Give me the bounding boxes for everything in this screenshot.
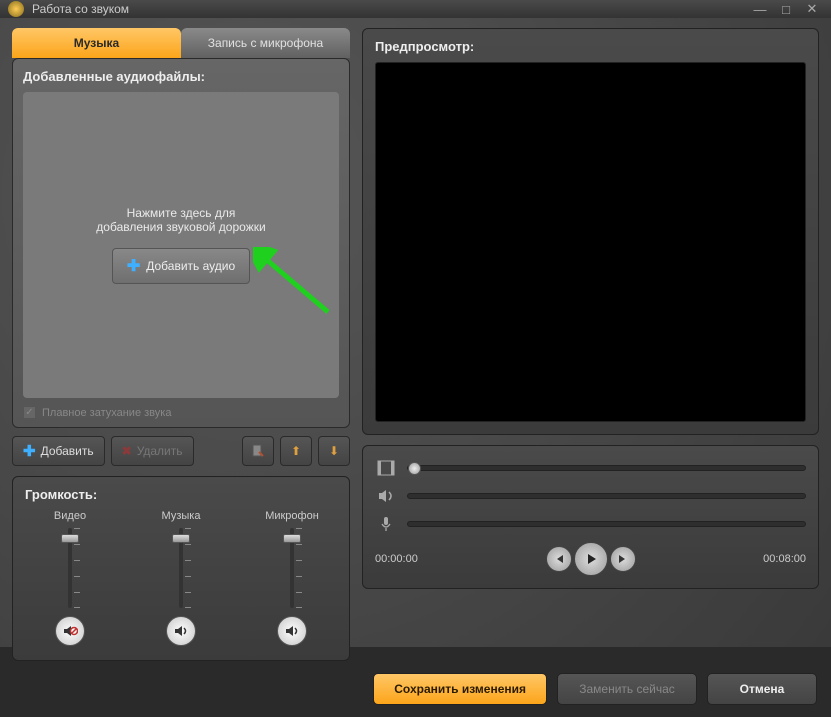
mic-track-slider[interactable] xyxy=(407,521,806,527)
volume-music-label: Музыка xyxy=(162,510,201,522)
mic-track-row xyxy=(375,512,806,536)
video-track-slider[interactable] xyxy=(407,465,806,471)
volume-music-col: Музыка xyxy=(136,510,226,646)
source-tabs: Музыка Запись с микрофона xyxy=(12,28,350,58)
replace-now-button[interactable]: Заменить сейчас xyxy=(557,673,697,705)
window-title: Работа со звуком xyxy=(32,2,129,16)
close-button[interactable]: ✕ xyxy=(801,0,823,18)
volume-video-label: Видео xyxy=(54,510,86,522)
time-total: 00:08:00 xyxy=(763,553,806,565)
tab-microphone[interactable]: Запись с микрофона xyxy=(181,28,350,58)
move-down-button[interactable]: ⬇ xyxy=(318,436,350,466)
add-button[interactable]: ✚ Добавить xyxy=(12,436,105,466)
transport-bar: 00:00:00 00:08:00 xyxy=(375,542,806,576)
film-icon xyxy=(375,460,397,476)
volume-mic-col: Микрофон xyxy=(247,510,337,646)
next-button[interactable] xyxy=(610,546,636,572)
mute-music-button[interactable] xyxy=(166,616,196,646)
volume-video-slider[interactable] xyxy=(56,528,84,608)
plus-icon: ✚ xyxy=(23,442,36,460)
arrow-down-icon: ⬇ xyxy=(329,444,339,458)
fade-label: Плавное затухание звука xyxy=(42,407,171,419)
tutorial-arrow xyxy=(253,247,333,317)
audio-dropzone[interactable]: Нажмите здесь для добавления звуковой до… xyxy=(23,92,339,398)
audio-track-slider[interactable] xyxy=(407,493,806,499)
audio-files-panel: Добавленные аудиофайлы: Нажмите здесь дл… xyxy=(12,58,350,428)
sound-editor-window: Работа со звуком — □ ✕ Музыка Запись с м… xyxy=(0,0,831,647)
speaker-icon xyxy=(284,623,300,639)
audio-files-title: Добавленные аудиофайлы: xyxy=(23,69,339,84)
plus-icon: ✚ xyxy=(127,256,140,276)
skip-fwd-icon xyxy=(617,553,629,565)
add-audio-button[interactable]: ✚ Добавить аудио xyxy=(112,248,250,284)
play-icon xyxy=(584,552,598,566)
file-toolbar: ✚ Добавить ✖ Удалить ⬆ ⬇ xyxy=(12,436,350,466)
edit-file-button[interactable] xyxy=(242,436,274,466)
maximize-button[interactable]: □ xyxy=(775,0,797,18)
add-label: Добавить xyxy=(41,444,94,458)
prev-button[interactable] xyxy=(546,546,572,572)
speaker-icon xyxy=(173,623,189,639)
skip-back-icon xyxy=(553,553,565,565)
preview-panel: Предпросмотр: xyxy=(362,28,819,435)
volume-video-col: Видео xyxy=(25,510,115,646)
app-icon xyxy=(8,1,24,17)
file-edit-icon xyxy=(251,444,265,458)
time-current: 00:00:00 xyxy=(375,553,418,565)
audio-track-row xyxy=(375,484,806,508)
add-audio-label: Добавить аудио xyxy=(146,259,235,273)
dropzone-hint: Нажмите здесь для добавления звуковой до… xyxy=(96,206,265,234)
fade-row: ✓ Плавное затухание звука xyxy=(23,406,339,419)
move-up-button[interactable]: ⬆ xyxy=(280,436,312,466)
video-track-row xyxy=(375,456,806,480)
microphone-icon xyxy=(375,516,397,532)
preview-title: Предпросмотр: xyxy=(375,39,806,54)
mute-video-button[interactable] xyxy=(55,616,85,646)
volume-music-slider[interactable] xyxy=(167,528,195,608)
cancel-button[interactable]: Отмена xyxy=(707,673,817,705)
tracks-panel: 00:00:00 00:08:00 xyxy=(362,445,819,589)
volume-panel: Громкость: Видео xyxy=(12,476,350,661)
volume-title: Громкость: xyxy=(25,487,337,502)
volume-mic-label: Микрофон xyxy=(265,510,319,522)
speaker-icon xyxy=(375,488,397,504)
dialog-buttons: Сохранить изменения Заменить сейчас Отме… xyxy=(12,673,817,705)
titlebar: Работа со звуком — □ ✕ xyxy=(0,0,831,18)
speaker-muted-icon xyxy=(62,623,78,639)
mute-mic-button[interactable] xyxy=(277,616,307,646)
fade-checkbox[interactable]: ✓ xyxy=(23,406,36,419)
delete-label: Удалить xyxy=(137,444,183,458)
preview-area xyxy=(375,62,806,422)
delete-button[interactable]: ✖ Удалить xyxy=(111,436,194,466)
x-icon: ✖ xyxy=(122,444,132,458)
save-button[interactable]: Сохранить изменения xyxy=(373,673,547,705)
minimize-button[interactable]: — xyxy=(749,0,771,18)
arrow-up-icon: ⬆ xyxy=(291,444,301,458)
volume-mic-slider[interactable] xyxy=(278,528,306,608)
play-button[interactable] xyxy=(574,542,608,576)
tab-music[interactable]: Музыка xyxy=(12,28,181,58)
